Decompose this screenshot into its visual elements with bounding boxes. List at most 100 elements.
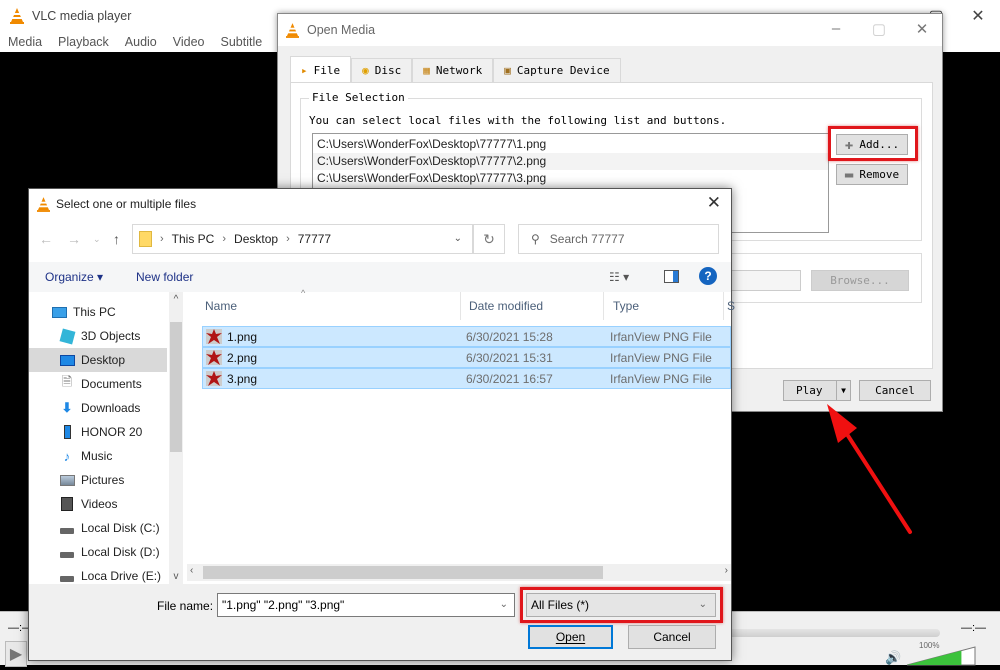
forward-icon[interactable]: → [67,231,81,247]
close-icon[interactable]: ✕ [912,20,932,38]
up-icon[interactable]: ↑ [113,231,120,247]
column-header-type[interactable]: Type [591,292,711,320]
scroll-down-icon[interactable]: v [169,571,183,582]
highlight-box [520,587,723,623]
address-bar[interactable]: › This PC › Desktop › 77777 ⌄ [132,224,473,254]
file-chooser-dialog: Select one or multiple files ✕ ← → ⌄ ↑ ›… [28,188,735,661]
scroll-left-icon[interactable]: ‹ [190,565,193,576]
tree-item-this-pc[interactable]: This PC [29,300,167,324]
back-icon[interactable]: ← [39,231,53,247]
tab-label: File [313,63,341,77]
refresh-button[interactable]: ↻ [473,224,505,254]
tree-scrollbar[interactable]: ^ v [169,292,183,584]
chevron-down-icon[interactable]: ⌄ [500,594,508,616]
scroll-up-icon[interactable]: ^ [169,294,183,305]
tree-item-pictures[interactable]: Pictures [29,468,167,492]
search-input[interactable]: ⚲ Search 77777 [518,224,719,254]
file-icon: ▸ [301,63,308,77]
maximize-icon[interactable]: ▢ [869,20,889,38]
tab-label: Capture Device [516,64,610,77]
tree-item-honor-20[interactable]: HONOR 20 [29,420,167,444]
play-button[interactable]: ▶ [5,641,27,667]
help-icon[interactable]: ? [699,267,717,285]
tab-file[interactable]: ▸ File [290,56,352,83]
menu-subtitle[interactable]: Subtitle [221,35,263,49]
documents-icon: 🗎 [61,374,73,389]
view-options-icon[interactable]: ☷ ▾ [609,270,629,284]
volume-slider[interactable]: 100% [905,641,977,667]
scrollbar-thumb[interactable] [203,566,603,579]
tree-label: Local Disk (C:) [81,521,160,535]
tab-disc[interactable]: ◉ Disc [351,58,413,82]
cancel-button[interactable]: Cancel [859,380,931,401]
play-label: Play [796,384,823,397]
file-row[interactable]: 2.png 6/30/2021 15:31 IrfanView PNG File [202,347,731,368]
breadcrumb-separator: › [222,233,227,245]
file-selection-legend: File Selection [309,91,408,104]
tab-capture-device[interactable]: ▣ Capture Device [493,58,621,82]
breadcrumb-separator: › [286,233,290,245]
menu-playback[interactable]: Playback [58,35,109,49]
file-row[interactable]: 1.png 6/30/2021 15:28 IrfanView PNG File [202,326,731,347]
close-icon[interactable]: ✕ [707,193,721,213]
tab-label: Disc [374,64,402,77]
list-item[interactable]: C:\Users\WonderFox\Desktop\77777\1.png [313,136,828,153]
tree-item-downloads[interactable]: ⬇ Downloads [29,396,167,420]
file-row[interactable]: 3.png 6/30/2021 16:57 IrfanView PNG File [202,368,731,389]
vlc-title: VLC media player [32,8,132,23]
recent-locations-icon[interactable]: ⌄ [93,234,101,245]
3d-objects-icon [59,328,75,344]
list-item[interactable]: C:\Users\WonderFox\Desktop\77777\3.png [313,170,828,187]
irfanview-file-icon [206,350,222,365]
file-name-input[interactable]: "1.png" "2.png" "3.png" ⌄ [217,593,515,617]
tree-item-local-disk-d[interactable]: Local Disk (D:) [29,540,167,564]
tree-label: Local Disk (D:) [81,545,160,559]
remove-button[interactable]: ▬ Remove [836,164,908,185]
phone-icon [59,424,75,440]
breadcrumb-desktop[interactable]: Desktop [234,232,278,246]
column-header-date-modified[interactable]: Date modified [447,292,589,320]
menu-audio[interactable]: Audio [125,35,157,49]
tree-item-music[interactable]: ♪ Music [29,444,167,468]
open-button[interactable]: Open [528,625,613,649]
tree-item-documents[interactable]: 🗎 Documents [29,372,167,396]
tree-item-local-disk-c[interactable]: Local Disk (C:) [29,516,167,540]
tree-item-3d-objects[interactable]: 3D Objects [29,324,167,348]
scroll-right-icon[interactable]: › [725,565,728,576]
column-header-name[interactable]: Name [183,292,460,320]
drive-icon [59,520,75,536]
header-label: S [727,299,736,313]
file-date: 6/30/2021 15:28 [466,330,553,344]
desktop-icon [59,352,75,368]
tree-item-videos[interactable]: Videos [29,492,167,516]
tree-item-desktop[interactable]: Desktop [29,348,167,372]
irfanview-file-icon [206,329,222,344]
file-list-horizontal-scrollbar[interactable]: ‹ › [187,564,731,581]
speaker-icon[interactable]: 🔊 [885,650,901,666]
organize-button[interactable]: Organize ▾ [45,270,103,284]
browse-button[interactable]: Browse... [811,270,909,291]
open-media-titlebar: Open Media – ▢ ✕ [278,14,942,46]
tab-network[interactable]: ▦ Network [412,58,494,82]
tree-item-loca-drive-e[interactable]: Loca Drive (E:) [29,564,167,584]
close-icon[interactable]: ✕ [968,6,988,26]
chevron-down-icon[interactable]: ⌄ [454,233,462,244]
cancel-button[interactable]: Cancel [628,625,716,649]
breadcrumb-77777[interactable]: 77777 [298,232,331,246]
play-button[interactable]: Play ▼ [783,380,851,401]
tree-label: Videos [81,497,118,511]
refresh-icon: ↻ [483,230,495,247]
tree-label: 3D Objects [81,329,141,343]
new-folder-button[interactable]: New folder [136,270,193,284]
menu-video[interactable]: Video [173,35,205,49]
preview-pane-icon[interactable] [664,270,679,283]
list-item[interactable]: C:\Users\WonderFox\Desktop\77777\2.png [313,153,828,170]
breadcrumb-this-pc[interactable]: This PC [172,232,215,246]
minimize-icon[interactable]: – [826,20,846,37]
play-dropdown-icon[interactable]: ▼ [836,381,850,400]
scrollbar-thumb[interactable] [170,322,182,452]
menu-media[interactable]: Media [8,35,42,49]
tree-label: Loca Drive (E:) [81,569,162,583]
column-header-size[interactable]: S [709,292,735,320]
videos-icon [59,496,75,512]
